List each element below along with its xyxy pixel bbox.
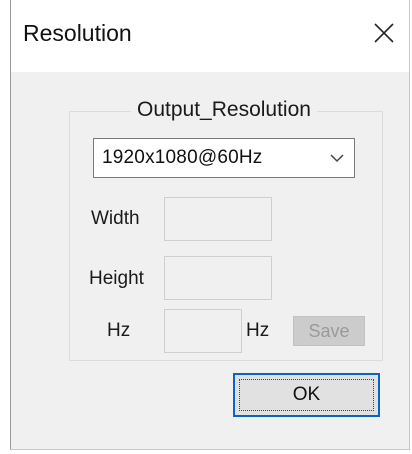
width-label: Width [91, 208, 140, 229]
close-button[interactable] [367, 16, 401, 50]
ok-button[interactable]: OK [233, 373, 380, 417]
chevron-down-icon [330, 154, 344, 163]
resolution-select[interactable]: 1920x1080@60Hz [93, 138, 355, 178]
dialog-title: Resolution [23, 20, 132, 46]
hz-label: Hz [107, 320, 131, 341]
output-resolution-legend: Output_Resolution [131, 98, 317, 122]
width-field[interactable] [164, 197, 272, 241]
height-label: Height [89, 268, 144, 289]
resolution-select-value: 1920x1080@60Hz [102, 147, 263, 168]
ok-button-label: OK [292, 384, 321, 405]
save-button[interactable]: Save [293, 316, 365, 346]
title-bar: Resolution [11, 0, 409, 72]
resolution-dialog: Resolution Output_Resolution 1920x1080@6… [10, 0, 410, 450]
close-icon [374, 23, 394, 43]
hz-field[interactable] [164, 309, 242, 353]
hz-unit-label: Hz [246, 320, 270, 341]
height-field[interactable] [164, 256, 272, 300]
